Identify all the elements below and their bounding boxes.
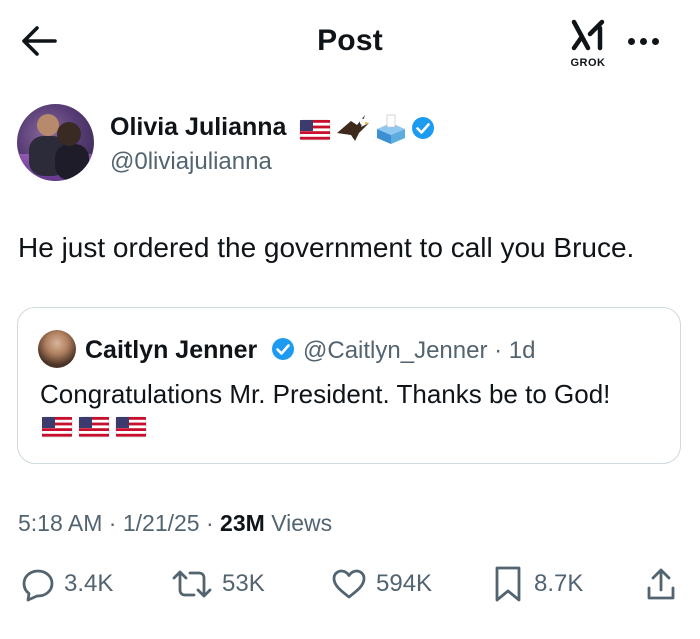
us-flag-icon xyxy=(78,416,110,438)
author-name-emojis xyxy=(299,111,439,145)
eagle-icon xyxy=(337,115,369,141)
grok-label: GROK xyxy=(570,57,606,69)
share-icon[interactable] xyxy=(645,566,677,607)
heart-icon xyxy=(332,569,366,599)
top-bar: Post GROK xyxy=(0,0,700,84)
us-flag-icon xyxy=(115,416,147,438)
repost-button[interactable]: 53K xyxy=(170,562,265,606)
quoted-post-flags xyxy=(41,415,166,444)
like-count: 594K xyxy=(376,570,433,597)
quoted-author-avatar[interactable] xyxy=(38,330,76,368)
bookmark-count: 8.7K xyxy=(534,570,584,597)
verified-badge-icon xyxy=(271,337,295,366)
reply-count: 3.4K xyxy=(64,570,114,597)
author-handle[interactable]: @0liviajulianna xyxy=(110,148,272,176)
quoted-author-handle: @Caitlyn_Jenner xyxy=(303,337,488,364)
separator-dot: · xyxy=(494,337,503,364)
author-avatar[interactable] xyxy=(17,104,94,181)
action-bar: 3.4K 53K 594K 8.7K xyxy=(0,562,700,606)
quoted-author-handle-time: @Caitlyn_Jenner · 1d xyxy=(303,337,536,365)
more-icon[interactable] xyxy=(628,32,668,50)
quoted-author-name: Caitlyn Jenner xyxy=(85,336,258,364)
post-time: 5:18 AM xyxy=(18,510,103,536)
reply-icon xyxy=(22,569,54,602)
views-label: Views xyxy=(271,510,333,536)
grok-icon xyxy=(571,19,605,51)
separator-dot: · xyxy=(205,510,214,536)
post-date: 1/21/25 xyxy=(122,510,200,536)
verified-badge-icon xyxy=(412,117,434,139)
repost-icon xyxy=(172,570,212,598)
us-flag-icon xyxy=(299,119,331,141)
views-count[interactable]: 23M xyxy=(220,510,265,536)
separator-dot: · xyxy=(108,510,117,536)
like-button[interactable]: 594K xyxy=(330,562,432,606)
quoted-post-time: 1d xyxy=(508,337,536,364)
repost-count: 53K xyxy=(222,570,265,597)
ballot-box-icon xyxy=(377,114,405,144)
author-name[interactable]: Olivia Julianna xyxy=(110,113,286,142)
post-text: He just ordered the government to call y… xyxy=(18,232,635,263)
reply-button[interactable]: 3.4K xyxy=(20,562,113,606)
us-flag-icon xyxy=(41,416,73,438)
quoted-post-text: Congratulations Mr. President. Thanks be… xyxy=(40,379,611,409)
quoted-post-card[interactable]: Caitlyn Jenner @Caitlyn_Jenner · 1d Cong… xyxy=(17,307,681,464)
grok-button[interactable]: GROK xyxy=(564,18,612,69)
post-meta: 5:18 AM · 1/21/25 · 23M Views xyxy=(18,510,332,537)
bookmark-button[interactable]: 8.7K xyxy=(490,562,583,606)
bookmark-icon xyxy=(495,566,521,602)
